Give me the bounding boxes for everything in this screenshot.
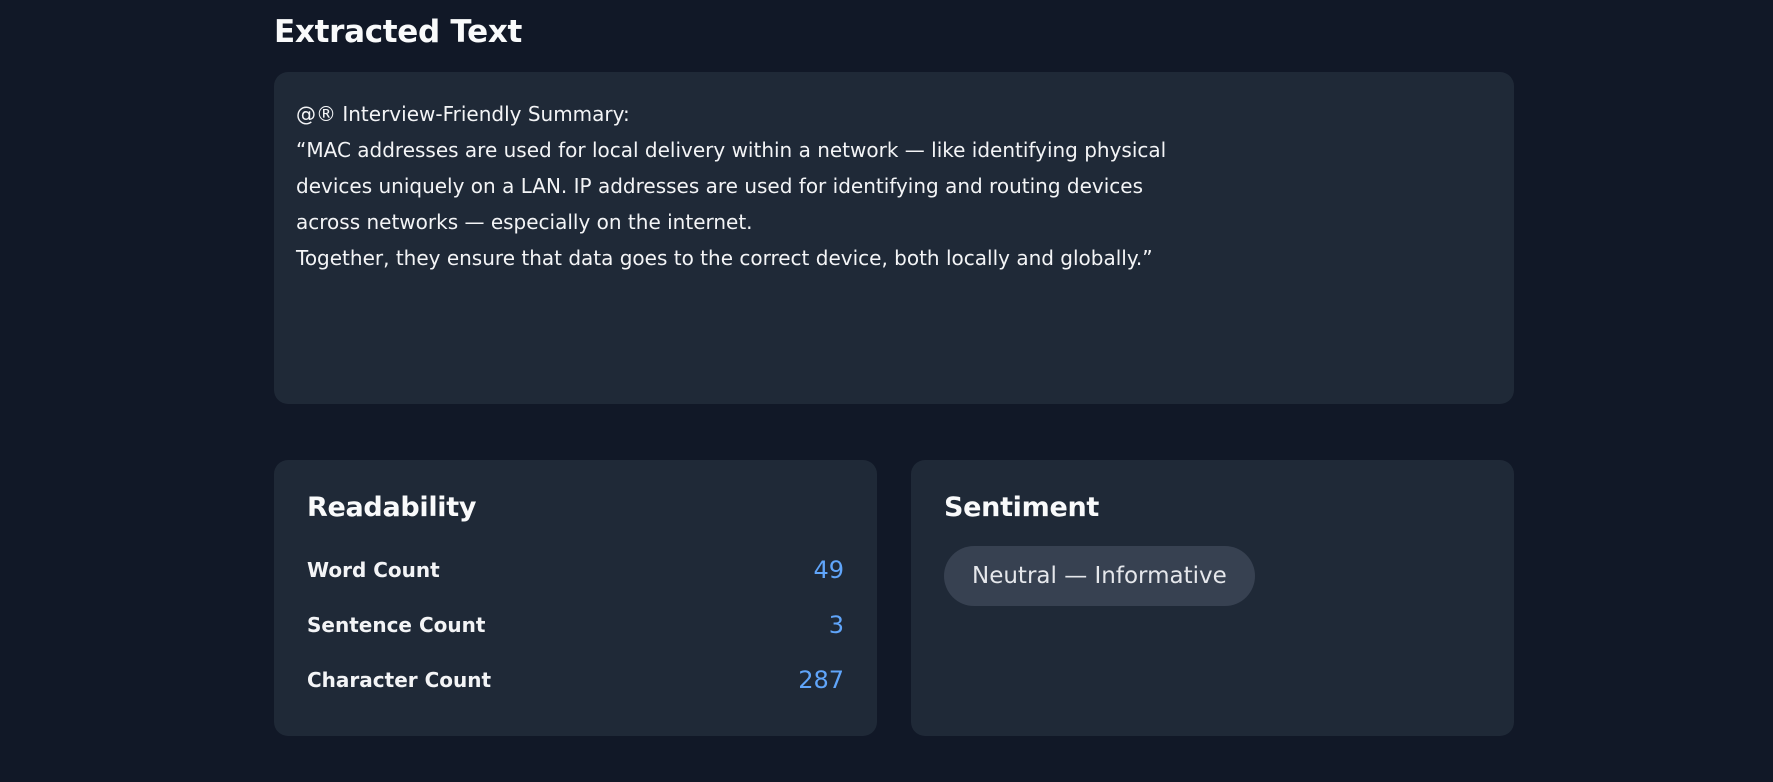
word-count-row: Word Count 49: [307, 542, 844, 597]
sentiment-badge: Neutral — Informative: [944, 546, 1255, 606]
sentence-count-label: Sentence Count: [307, 612, 486, 637]
sentiment-title: Sentiment: [944, 492, 1100, 523]
extracted-text-title: Extracted Text: [274, 14, 523, 50]
extracted-text-line: “MAC addresses are used for local delive…: [296, 138, 1167, 162]
extracted-text-line: @® Interview-Friendly Summary:: [296, 102, 630, 126]
word-count-label: Word Count: [307, 557, 440, 582]
sentence-count-value: 3: [828, 610, 844, 639]
extracted-text-panel[interactable]: @® Interview-Friendly Summary: “MAC addr…: [274, 72, 1514, 404]
extracted-text-line: across networks — especially on the inte…: [296, 210, 753, 234]
character-count-label: Character Count: [307, 667, 492, 692]
sentence-count-row: Sentence Count 3: [307, 597, 844, 652]
readability-card: Readability Word Count 49 Sentence Count…: [274, 460, 877, 736]
readability-stats: Word Count 49 Sentence Count 3 Character…: [307, 542, 844, 707]
extracted-text-line: Together, they ensure that data goes to …: [296, 246, 1153, 270]
character-count-value: 287: [798, 665, 844, 694]
sentiment-card: Sentiment Neutral — Informative: [911, 460, 1514, 736]
word-count-value: 49: [813, 555, 844, 584]
character-count-row: Character Count 287: [307, 652, 844, 707]
extracted-text-line: devices uniquely on a LAN. IP addresses …: [296, 174, 1143, 198]
readability-title: Readability: [307, 492, 477, 523]
